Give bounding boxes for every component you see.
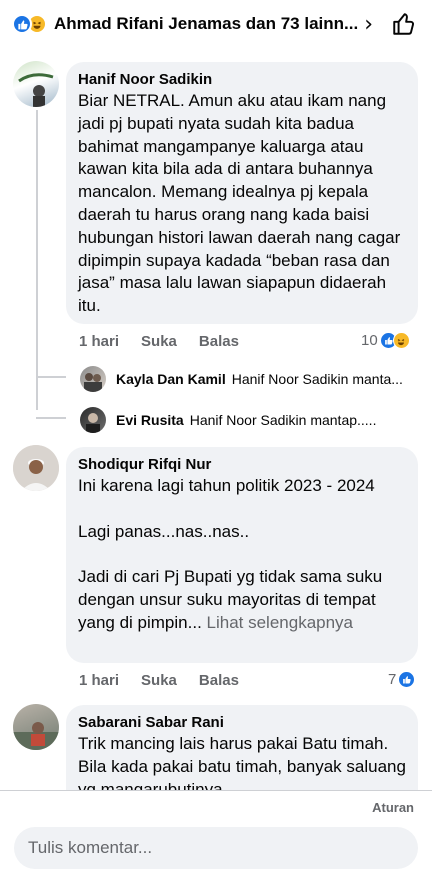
reaction-count-number: 10 [361, 332, 378, 349]
thread-connector [36, 376, 66, 378]
reply-item[interactable]: Kayla Dan Kamil Hanif Noor Sadikin manta… [80, 366, 403, 392]
reaction-count[interactable]: 7 [388, 671, 416, 688]
reactions-header[interactable]: Ahmad Rifani Jenamas dan 73 lainn... › [0, 0, 432, 48]
reply-button[interactable]: Balas [199, 672, 239, 689]
reaction-icons [12, 14, 50, 34]
comment-time[interactable]: 1 hari [79, 333, 119, 350]
rules-link[interactable]: Aturan [372, 800, 414, 815]
reply-text: Hanif Noor Sadikin manta... [231, 371, 403, 387]
thread-connector [36, 417, 66, 419]
avatar[interactable] [13, 704, 59, 750]
comment-author[interactable]: Shodiqur Rifqi Nur [78, 455, 406, 475]
reply-item[interactable]: Evi Rusita Hanif Noor Sadikin mantap....… [80, 407, 376, 433]
comment-time[interactable]: 1 hari [79, 672, 119, 689]
avatar[interactable] [80, 407, 106, 433]
comment-bubble[interactable]: Hanif Noor Sadikin Biar NETRAL. Amun aku… [66, 62, 418, 324]
comment-author[interactable]: Hanif Noor Sadikin [78, 70, 406, 90]
like-icon [398, 671, 416, 688]
reply-author[interactable]: Evi Rusita [116, 412, 184, 428]
like-button[interactable]: Suka [141, 333, 177, 350]
reaction-count[interactable]: 10 [361, 332, 410, 349]
comment-text: Ini karena lagi tahun politik 2023 - 202… [78, 475, 406, 635]
reaction-count-number: 7 [388, 671, 397, 688]
comment-actions: 1 hari Suka Balas [79, 672, 261, 689]
chevron-right-icon[interactable]: › [364, 12, 373, 37]
comment-actions: 1 hari Suka Balas [79, 333, 261, 350]
comment-text: Biar NETRAL. Amun aku atau ikam nang jad… [78, 91, 401, 316]
see-more-link[interactable]: Lihat selengkapnya [207, 613, 354, 632]
thread-line [36, 110, 38, 410]
comment-bubble[interactable]: Shodiqur Rifqi Nur Ini karena lagi tahun… [66, 447, 418, 663]
like-icon [12, 14, 32, 34]
comment-text-body: Ini karena lagi tahun politik 2023 - 202… [78, 476, 383, 632]
avatar[interactable] [13, 61, 59, 107]
like-outline-icon[interactable] [390, 10, 418, 38]
footer-divider [0, 790, 432, 791]
comment-author[interactable]: Sabarani Sabar Rani [78, 713, 406, 733]
reply-button[interactable]: Balas [199, 333, 239, 350]
reply-text: Hanif Noor Sadikin mantap..... [189, 412, 377, 428]
avatar[interactable] [80, 366, 106, 392]
like-button[interactable]: Suka [141, 672, 177, 689]
haha-icon [392, 332, 410, 349]
reactions-summary[interactable]: Ahmad Rifani Jenamas dan 73 lainn... [54, 14, 358, 34]
reply-author[interactable]: Kayla Dan Kamil [116, 371, 226, 387]
comment-input[interactable] [14, 827, 418, 869]
avatar[interactable] [13, 445, 59, 491]
